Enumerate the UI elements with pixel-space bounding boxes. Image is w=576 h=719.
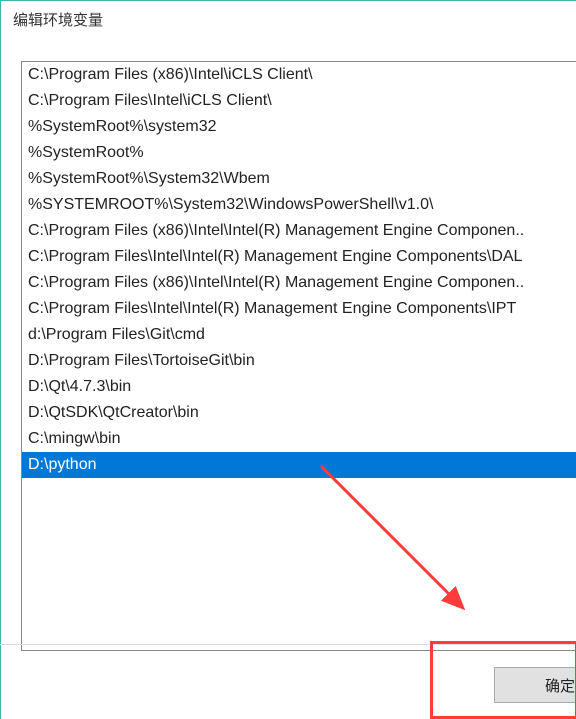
window-title: 编辑环境变量	[13, 12, 103, 29]
list-item[interactable]: C:\Program Files (x86)\Intel\Intel(R) Ma…	[22, 270, 576, 296]
list-item[interactable]: D:\Program Files\TortoiseGit\bin	[22, 348, 576, 374]
list-item[interactable]: C:\Program Files\Intel\Intel(R) Manageme…	[22, 296, 576, 322]
list-item[interactable]: D:\QtSDK\QtCreator\bin	[22, 400, 576, 426]
content-area: C:\Program Files (x86)\Intel\iCLS Client…	[21, 61, 576, 634]
list-item[interactable]: C:\Program Files\Intel\Intel(R) Manageme…	[22, 244, 576, 270]
list-item[interactable]: C:\Program Files (x86)\Intel\iCLS Client…	[22, 62, 576, 88]
window-title-bar: 编辑环境变量	[1, 1, 576, 37]
list-item[interactable]: d:\Program Files\Git\cmd	[22, 322, 576, 348]
ok-button[interactable]: 确定	[494, 667, 576, 703]
list-item[interactable]: %SystemRoot%	[22, 140, 576, 166]
list-item[interactable]: %SystemRoot%\System32\Wbem	[22, 166, 576, 192]
list-item[interactable]: C:\Program Files\Intel\iCLS Client\	[22, 88, 576, 114]
list-item[interactable]: %SYSTEMROOT%\System32\WindowsPowerShell\…	[22, 192, 576, 218]
list-item[interactable]: D:\Qt\4.7.3\bin	[22, 374, 576, 400]
list-item[interactable]: C:\Program Files (x86)\Intel\Intel(R) Ma…	[22, 218, 576, 244]
path-listbox[interactable]: C:\Program Files (x86)\Intel\iCLS Client…	[21, 61, 576, 651]
button-area: 确定	[0, 644, 576, 719]
list-item[interactable]: C:\mingw\bin	[22, 426, 576, 452]
list-item[interactable]: D:\python	[22, 452, 576, 478]
list-item[interactable]: %SystemRoot%\system32	[22, 114, 576, 140]
